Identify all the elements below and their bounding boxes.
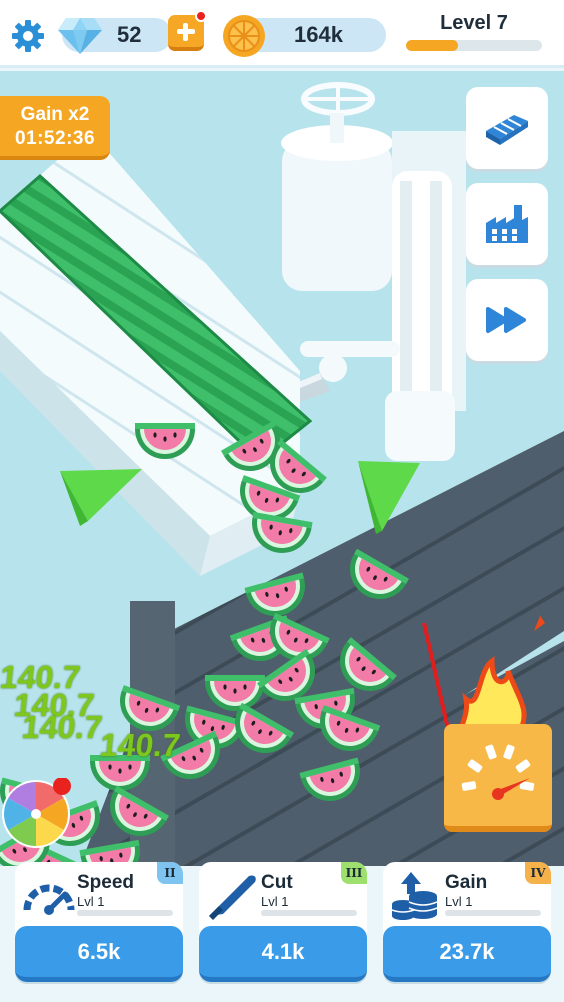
level-progress-bar	[406, 40, 542, 51]
upgrade-tier-badge: IV	[525, 862, 551, 884]
speed-upgrade-button[interactable]: 6.5k	[15, 926, 183, 982]
upgrade-progress-bar	[77, 910, 173, 916]
gain-boost-title: Gain x2	[20, 104, 90, 125]
speedometer-icon	[461, 744, 535, 800]
conveyor-icon	[486, 115, 528, 145]
upgrade-title: Gain	[445, 872, 488, 893]
upgrade-title: Cut	[261, 872, 293, 893]
factory-button[interactable]	[466, 183, 548, 265]
diamond-icon	[58, 18, 102, 54]
gain-upgrade-button[interactable]: 23.7k	[383, 926, 551, 982]
cut-upgrade-card: Cut Lvl 1 III 4.1k	[199, 862, 367, 982]
upgrade-level: Lvl 1	[261, 894, 289, 909]
upgrade-title: Speed	[77, 872, 135, 893]
coin-count: 164k	[294, 22, 343, 47]
upgrade-progress-bar	[261, 910, 357, 916]
spin-wheel-icon[interactable]	[0, 778, 72, 850]
gear-icon[interactable]	[10, 18, 46, 54]
upgrade-tier-badge: II	[157, 862, 183, 884]
fast-forward-icon	[486, 307, 526, 333]
upgrade-level: Lvl 1	[445, 894, 473, 909]
gain-boost-badge[interactable]: Gain x2 01:52:36	[0, 96, 110, 160]
speed-upgrade-card: Speed Lvl 1 II 6.5k	[15, 862, 183, 982]
fast-forward-button[interactable]	[466, 279, 548, 361]
notification-dot	[195, 10, 207, 22]
knife-icon	[209, 875, 256, 920]
level-progress-fill	[406, 40, 458, 51]
gain-upgrade-card: Gain Lvl 1 IV 23.7k	[383, 862, 551, 982]
conveyor-button[interactable]	[466, 87, 548, 169]
top-bar: 52 164k Level 7	[0, 0, 564, 68]
upgrade-tier-badge: III	[341, 862, 367, 884]
upgrade-progress-bar	[445, 910, 541, 916]
cut-upgrade-button[interactable]: 4.1k	[199, 926, 367, 982]
floating-number: 140.7	[20, 709, 105, 745]
coin-stack-icon	[391, 872, 438, 920]
speed-boost-button[interactable]	[444, 724, 552, 832]
orange-coin-icon	[223, 15, 265, 57]
level-label: Level 7	[440, 12, 508, 34]
gem-count: 52	[117, 22, 142, 47]
speedometer-icon	[23, 884, 75, 915]
factory-icon	[486, 205, 528, 243]
gain-boost-timer: 01:52:36	[14, 128, 96, 149]
upgrade-level: Lvl 1	[77, 894, 105, 909]
game-scene[interactable]: Gain x2 01:52:36 140.7 140.7 140.7 140.7	[0, 71, 564, 866]
floating-number: 140.7	[98, 727, 183, 763]
